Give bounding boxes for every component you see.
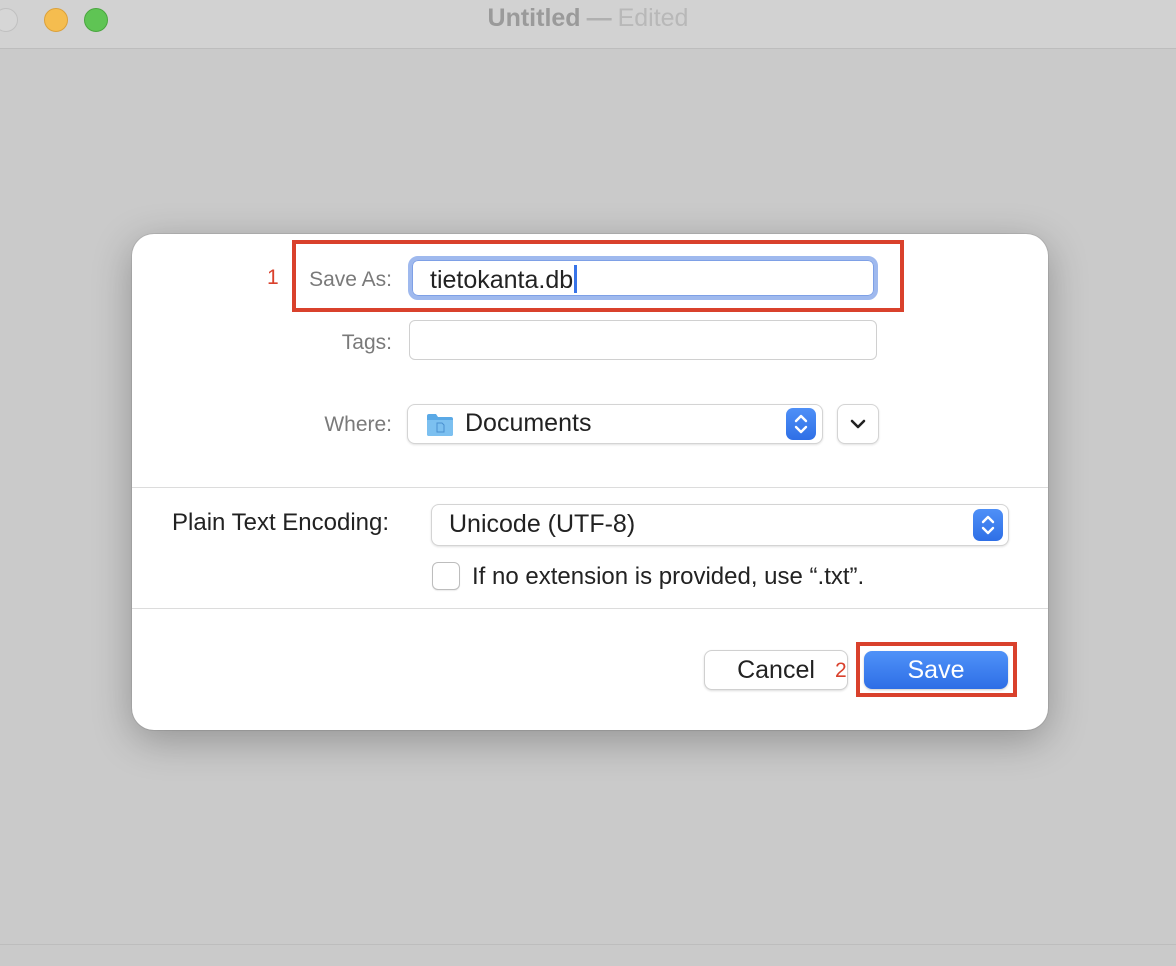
annotation-box-1 bbox=[292, 240, 904, 312]
annotation-marker-2: 2 bbox=[835, 659, 847, 682]
txt-extension-label: If no extension is provided, use “.txt”. bbox=[472, 563, 865, 590]
encoding-value: Unicode (UTF-8) bbox=[449, 510, 636, 538]
expand-browser-button[interactable] bbox=[837, 404, 879, 444]
where-popup-button[interactable]: Documents bbox=[407, 404, 823, 444]
up-down-chevron-icon bbox=[786, 408, 816, 440]
where-label: Where: bbox=[324, 413, 392, 436]
app-window: Untitled — Edited Save As: tietokanta.db T… bbox=[0, 0, 1176, 966]
window-bottom-edge bbox=[0, 944, 1176, 945]
txt-extension-checkbox[interactable] bbox=[432, 562, 460, 590]
window-title: Untitled — Edited bbox=[0, 4, 1176, 33]
annotation-box-2 bbox=[856, 642, 1017, 697]
where-value: Documents bbox=[465, 409, 592, 437]
encoding-popup-button[interactable]: Unicode (UTF-8) bbox=[431, 504, 1009, 546]
save-dialog: Save As: tietokanta.db Tags: Where: Docu… bbox=[132, 234, 1048, 730]
annotation-marker-1: 1 bbox=[267, 266, 279, 289]
section-divider-bottom bbox=[132, 608, 1048, 609]
chevron-down-icon bbox=[850, 419, 866, 429]
title-bar: Untitled — Edited bbox=[0, 0, 1176, 49]
cancel-button[interactable]: Cancel bbox=[704, 650, 848, 690]
encoding-label: Plain Text Encoding: bbox=[172, 509, 390, 536]
section-divider-top bbox=[132, 487, 1048, 488]
document-name: Untitled bbox=[487, 4, 581, 32]
title-separator: — bbox=[586, 4, 612, 32]
tags-label: Tags: bbox=[341, 331, 392, 354]
up-down-chevron-icon bbox=[973, 509, 1003, 541]
folder-icon bbox=[427, 414, 453, 436]
edited-status: Edited bbox=[617, 4, 689, 32]
tags-input[interactable] bbox=[409, 320, 877, 360]
